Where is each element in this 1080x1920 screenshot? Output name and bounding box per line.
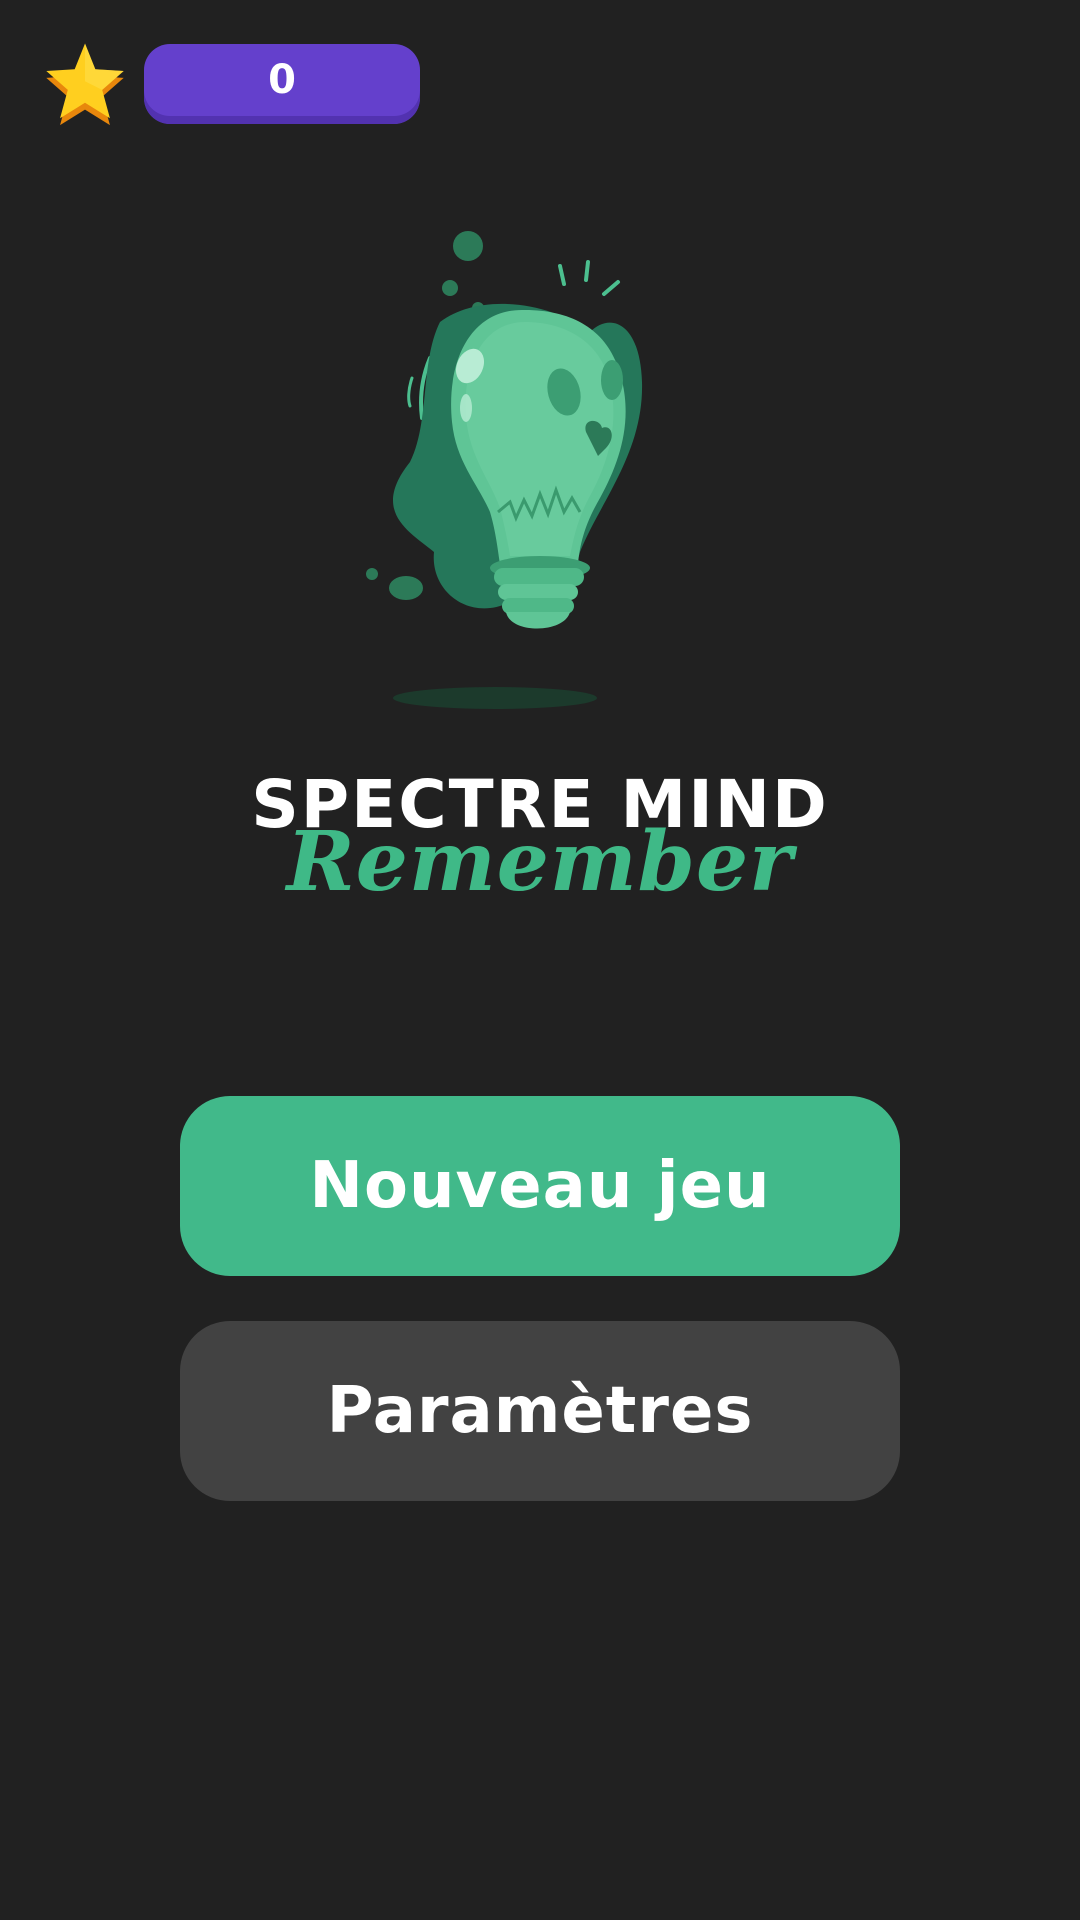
score-display: 0	[144, 44, 420, 124]
new-game-label: Nouveau jeu	[309, 1149, 771, 1223]
lightbulb-icon	[350, 222, 700, 716]
settings-label: Paramètres	[326, 1374, 754, 1448]
settings-button[interactable]: Paramètres	[180, 1321, 900, 1501]
logo-subtitle: Remember	[286, 814, 794, 910]
score-value: 0	[268, 57, 296, 103]
star-icon	[42, 40, 128, 126]
game-logo: SPECTRE MIND Remember	[0, 760, 1080, 920]
new-game-button[interactable]: Nouveau jeu	[180, 1096, 900, 1276]
